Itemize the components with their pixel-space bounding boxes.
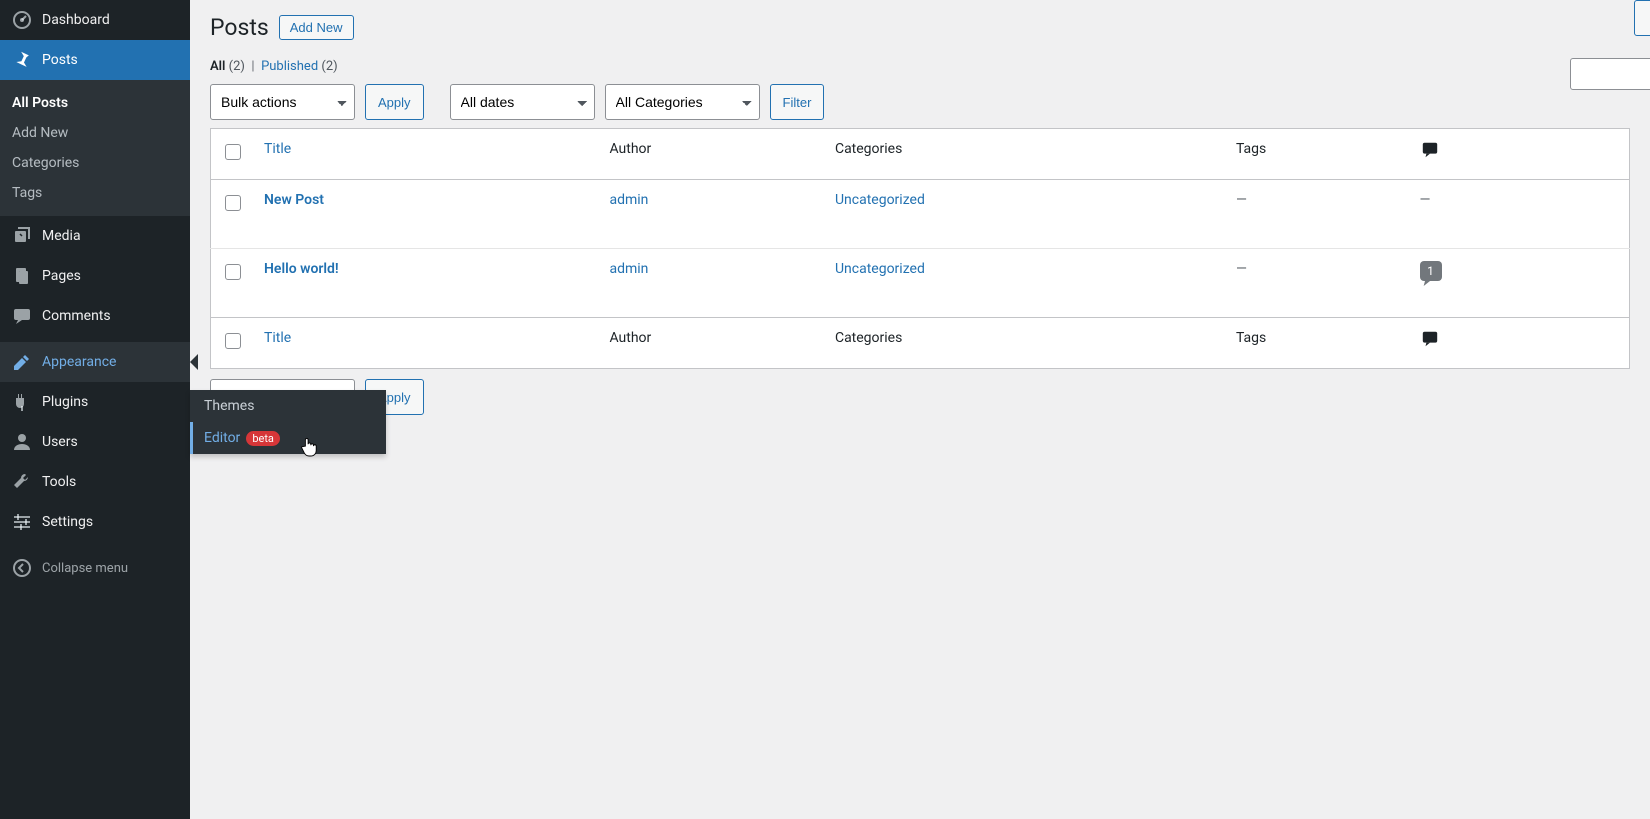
settings-icon — [12, 512, 32, 532]
sidebar-item-settings[interactable]: Settings — [0, 502, 190, 542]
row-checkbox[interactable] — [225, 195, 241, 211]
flyout-themes[interactable]: Themes — [190, 390, 386, 422]
comment-count-bubble[interactable]: 1 — [1420, 261, 1442, 281]
sidebar-label: Dashboard — [42, 12, 110, 28]
sidebar-item-posts[interactable]: Posts — [0, 40, 190, 80]
pages-icon — [12, 266, 32, 286]
beta-badge: beta — [246, 431, 280, 446]
appearance-icon — [12, 352, 32, 372]
collapse-icon — [12, 558, 32, 578]
col-tags: Tags — [1226, 318, 1410, 369]
users-icon — [12, 432, 32, 452]
category-link[interactable]: Uncategorized — [835, 261, 925, 277]
sidebar-item-media[interactable]: Media — [0, 216, 190, 256]
comments-icon — [12, 306, 32, 326]
comments-icon — [1420, 141, 1440, 159]
sidebar-subitem-categories[interactable]: Categories — [0, 148, 190, 178]
select-all-checkbox-bottom[interactable] — [225, 333, 241, 349]
sidebar-label: Settings — [42, 514, 93, 530]
tools-icon — [12, 472, 32, 492]
sidebar-item-tools[interactable]: Tools — [0, 462, 190, 502]
apply-button-top[interactable]: Apply — [365, 84, 424, 120]
sidebar-label: Pages — [42, 268, 81, 284]
bulk-actions-select[interactable]: Bulk actions — [210, 84, 355, 120]
sidebar-subitem-add-new[interactable]: Add New — [0, 118, 190, 148]
row-checkbox[interactable] — [225, 264, 241, 280]
col-author: Author — [599, 318, 824, 369]
sidebar-submenu-posts: All Posts Add New Categories Tags — [0, 80, 190, 216]
heading-row: Posts Add New — [210, 14, 1630, 41]
category-filter-select[interactable]: All Categories — [605, 84, 760, 120]
col-categories: Categories — [825, 318, 1226, 369]
plugins-icon — [12, 392, 32, 412]
author-link[interactable]: admin — [609, 261, 648, 277]
table-row: New Post admin Uncategorized — — — [211, 180, 1630, 249]
posts-table: Title Author Categories Tags New Post ad… — [210, 128, 1630, 369]
col-title[interactable]: Title — [254, 318, 599, 369]
comments-icon — [1420, 330, 1440, 348]
page-title: Posts — [210, 14, 279, 41]
sidebar-item-dashboard[interactable]: Dashboard — [0, 0, 190, 40]
sidebar-label: Comments — [42, 308, 111, 324]
filter-published[interactable]: Published (2) — [261, 59, 338, 74]
table-row: Hello world! admin Uncategorized — 1 — [211, 249, 1630, 318]
tags-value: — — [1236, 261, 1247, 277]
media-icon — [12, 226, 32, 246]
flyout-editor-label: Editor — [204, 430, 240, 446]
col-comments[interactable] — [1410, 318, 1470, 369]
select-all-checkbox[interactable] — [225, 144, 241, 160]
sidebar-label: Plugins — [42, 394, 88, 410]
sidebar-item-users[interactable]: Users — [0, 422, 190, 462]
date-filter-select[interactable]: All dates — [450, 84, 595, 120]
comments-value: — — [1420, 192, 1431, 208]
col-tags: Tags — [1226, 129, 1410, 180]
sidebar-item-appearance[interactable]: Appearance — [0, 342, 190, 382]
sidebar-label: Tools — [42, 474, 76, 490]
sidebar-item-pages[interactable]: Pages — [0, 256, 190, 296]
sidebar-item-comments[interactable]: Comments — [0, 296, 190, 336]
sidebar-subitem-all-posts[interactable]: All Posts — [0, 88, 190, 118]
category-link[interactable]: Uncategorized — [835, 192, 925, 208]
sidebar-item-plugins[interactable]: Plugins — [0, 382, 190, 422]
collapse-menu[interactable]: Collapse menu — [0, 548, 190, 588]
tablenav-top: Bulk actions Apply All dates All Categor… — [210, 84, 1630, 120]
dashboard-icon — [12, 10, 32, 30]
author-link[interactable]: admin — [609, 192, 648, 208]
col-author: Author — [599, 129, 824, 180]
pin-icon — [12, 50, 32, 70]
post-title-link[interactable]: New Post — [264, 192, 324, 208]
screen-options-button[interactable] — [1634, 0, 1650, 36]
add-new-button[interactable]: Add New — [279, 15, 354, 40]
sidebar-label: Users — [42, 434, 78, 450]
tablenav-bottom: Bulk actions Apply — [210, 379, 1630, 415]
collapse-label: Collapse menu — [42, 561, 128, 576]
status-filter-links: All (2) | Published (2) — [210, 59, 1630, 74]
sidebar-subitem-tags[interactable]: Tags — [0, 178, 190, 208]
appearance-flyout: Themes Editor beta — [190, 390, 386, 454]
admin-sidebar: Dashboard Posts All Posts Add New Catego… — [0, 0, 190, 819]
filter-all[interactable]: All (2) — [210, 59, 248, 74]
flyout-editor[interactable]: Editor beta — [190, 422, 386, 454]
tags-value: — — [1236, 192, 1247, 208]
col-categories: Categories — [825, 129, 1226, 180]
sidebar-label: Appearance — [42, 354, 116, 370]
col-title[interactable]: Title — [254, 129, 599, 180]
main-content: Posts Add New All (2) | Published (2) Bu… — [190, 0, 1650, 443]
sidebar-label: Posts — [42, 52, 78, 68]
search-posts-input[interactable] — [1570, 58, 1650, 90]
col-comments[interactable] — [1410, 129, 1470, 180]
filter-button[interactable]: Filter — [770, 84, 825, 120]
post-title-link[interactable]: Hello world! — [264, 261, 339, 277]
sidebar-label: Media — [42, 228, 81, 244]
